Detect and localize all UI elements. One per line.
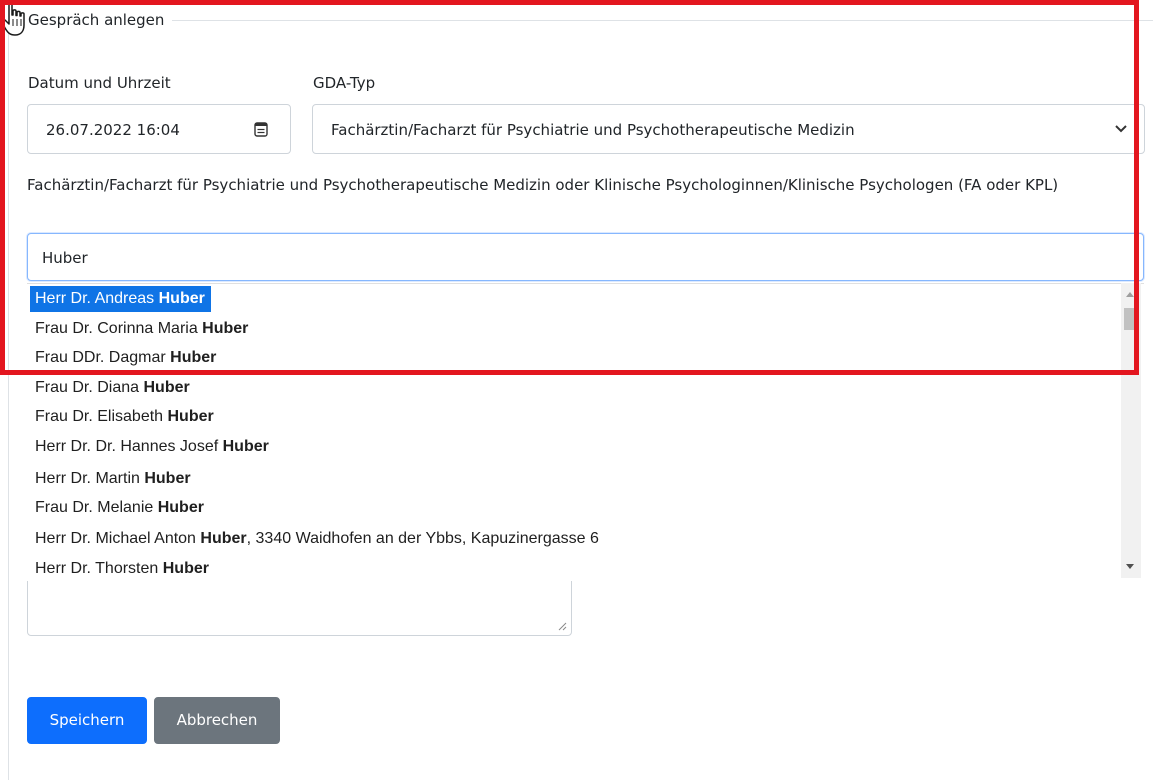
list-item[interactable]: Herr Dr. Martin Huber: [30, 466, 197, 492]
list-item[interactable]: Herr Dr. Dr. Hannes Josef Huber: [30, 434, 275, 460]
result-match: Huber: [222, 438, 269, 455]
list-item[interactable]: Frau Dr. Elisabeth Huber: [30, 404, 220, 430]
scroll-down-arrow-icon[interactable]: [1126, 564, 1134, 569]
result-suffix: , 3340 Waidhofen an der Ybbs, Kapuzinerg…: [246, 530, 599, 547]
result-prefix: Herr Dr. Martin: [35, 470, 145, 487]
cancel-button[interactable]: Abbrechen: [154, 697, 280, 744]
result-match: Huber: [167, 408, 214, 425]
result-match: Huber: [157, 499, 204, 516]
result-match: Huber: [162, 560, 209, 577]
result-prefix: Frau Dr. Diana: [35, 379, 144, 396]
list-item[interactable]: Herr Dr. Thorsten Huber: [30, 556, 215, 581]
result-prefix: Frau Dr. Elisabeth: [35, 408, 168, 425]
result-match: Huber: [200, 530, 247, 547]
resize-grip-icon[interactable]: [558, 622, 567, 631]
list-item[interactable]: Frau Dr. Diana Huber: [30, 375, 196, 401]
list-item[interactable]: Herr Dr. Michael Anton Huber, 3340 Waidh…: [30, 526, 605, 552]
result-match: Huber: [143, 379, 190, 396]
list-item[interactable]: Frau Dr. Melanie Huber: [30, 495, 210, 521]
save-button[interactable]: Speichern: [27, 697, 147, 744]
result-prefix: Herr Dr. Thorsten: [35, 560, 163, 577]
result-prefix: Herr Dr. Dr. Hannes Josef: [35, 438, 223, 455]
result-prefix: Frau Dr. Melanie: [35, 499, 158, 516]
highlight-frame: [0, 0, 1139, 375]
result-match: Huber: [144, 470, 191, 487]
result-prefix: Herr Dr. Michael Anton: [35, 530, 201, 547]
